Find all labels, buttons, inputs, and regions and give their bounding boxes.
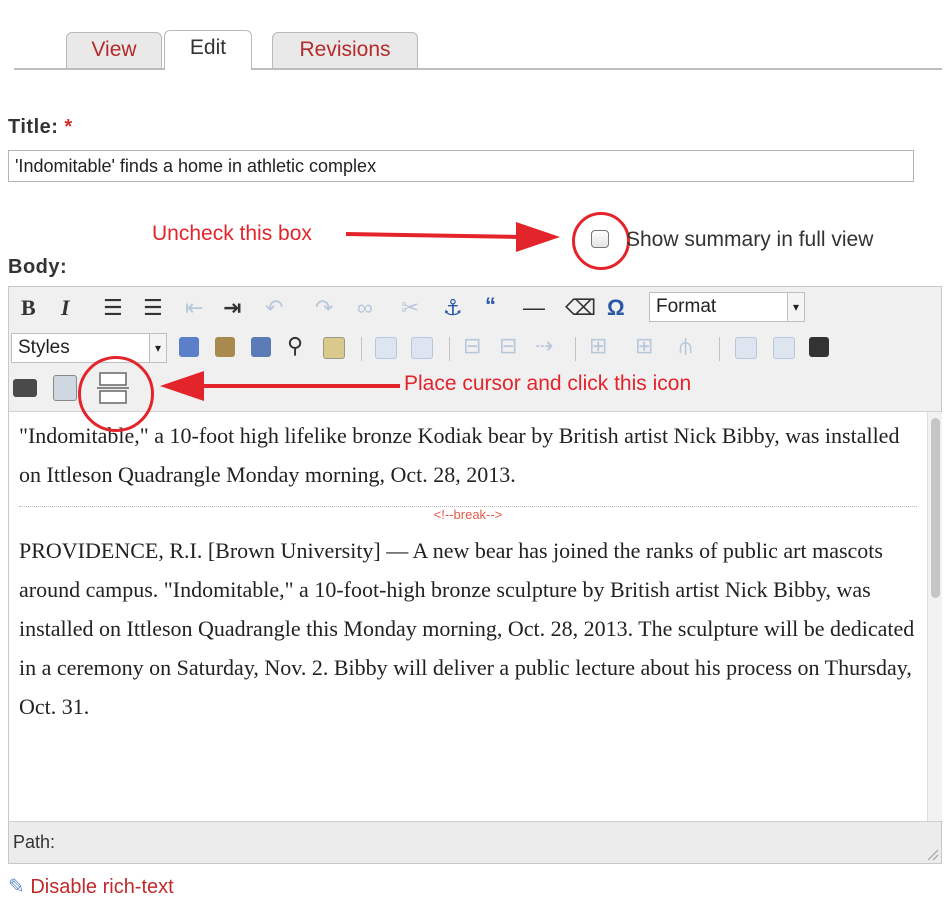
arrow-to-checkbox-shaft xyxy=(345,232,521,239)
disable-rich-text-label: Disable rich-text xyxy=(30,876,174,898)
arrow-to-icon-head xyxy=(160,371,204,401)
annotation-arrows xyxy=(160,222,560,401)
disable-rich-text-link[interactable]: ✎ Disable rich-text xyxy=(8,874,174,899)
arrow-to-checkbox-head xyxy=(516,222,560,252)
wand-icon: ✎ xyxy=(8,876,25,898)
